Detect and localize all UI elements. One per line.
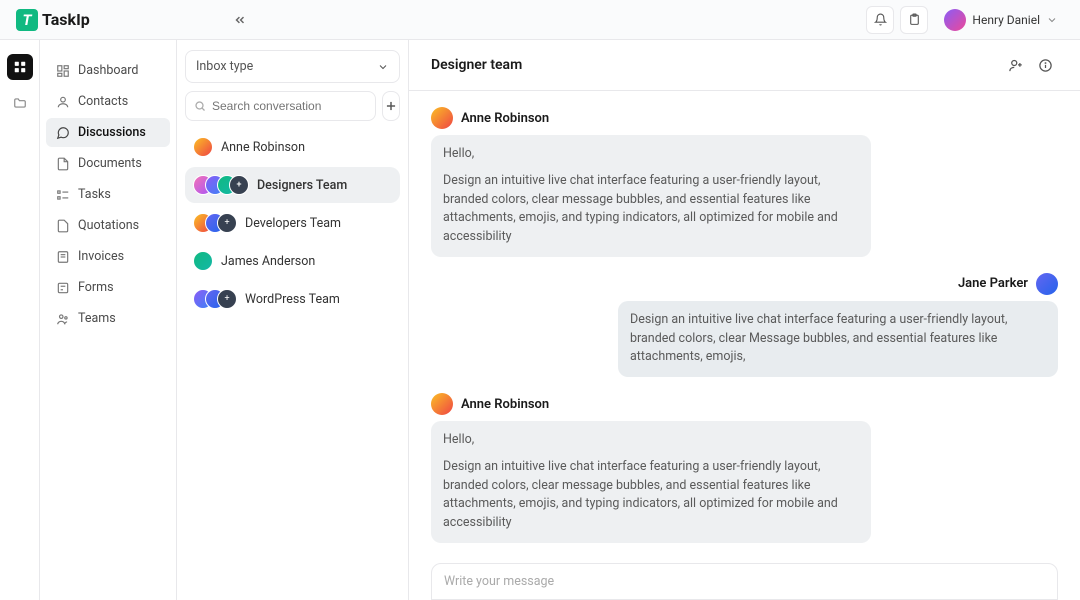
sidebar-item-label: Invoices [78, 249, 124, 264]
inbox-type-label: Inbox type [196, 59, 253, 74]
rail-item-files[interactable] [7, 90, 33, 116]
avatar [944, 9, 966, 31]
clipboard-button[interactable] [900, 6, 928, 34]
top-header: T TaskIp Henry Daniel [0, 0, 1080, 40]
sidebar-collapse-button[interactable] [228, 8, 252, 32]
avatar [431, 107, 453, 129]
sidebar-item-forms[interactable]: Forms [46, 273, 170, 302]
avatar-more-icon: + [229, 175, 249, 195]
message-sender: Jane Parker [958, 276, 1028, 291]
app-rail [0, 40, 40, 600]
message-sender: Anne Robinson [461, 397, 549, 412]
avatar [193, 137, 213, 157]
notifications-button[interactable] [866, 6, 894, 34]
chat-panel: Designer team Anne Robinson He [409, 40, 1080, 600]
chat-info-button[interactable] [1032, 52, 1058, 78]
bell-icon [874, 13, 887, 26]
clipboard-icon [908, 13, 921, 26]
add-member-button[interactable] [1002, 52, 1028, 78]
sidebar-item-label: Tasks [78, 187, 111, 202]
user-plus-icon [1008, 58, 1023, 73]
conversation-list: Anne Robinson + Designers Team + [185, 129, 400, 317]
sidebar-item-discussions[interactable]: Discussions [46, 118, 170, 147]
user-name-label: Henry Daniel [972, 13, 1040, 27]
message-text: Design an intuitive live chat interface … [443, 458, 859, 533]
document-icon [56, 157, 70, 171]
sidebar-nav: Dashboard Contacts Discussions Documents… [40, 40, 177, 600]
conversation-item[interactable]: Anne Robinson [185, 129, 400, 165]
sidebar-item-invoices[interactable]: Invoices [46, 242, 170, 271]
chat-icon [56, 126, 70, 140]
message-bubble: Hello, Design an intuitive live chat int… [431, 135, 871, 257]
logo-mark-icon: T [16, 9, 38, 31]
grid-icon [13, 60, 27, 74]
message-text: Design an intuitive live chat interface … [630, 311, 1046, 367]
tasks-icon [56, 188, 70, 202]
avatar-more-icon: + [217, 213, 237, 233]
inbox-column: Inbox type Anne Robinson [177, 40, 409, 600]
sidebar-item-quotations[interactable]: Quotations [46, 211, 170, 240]
conversation-label: Developers Team [245, 216, 341, 231]
chevron-down-icon [1046, 14, 1058, 26]
sidebar-item-label: Forms [78, 280, 114, 295]
user-menu[interactable]: Henry Daniel [938, 5, 1064, 35]
avatar [1036, 273, 1058, 295]
avatar-more-icon: + [217, 289, 237, 309]
file-icon [56, 219, 70, 233]
search-conversation-wrap[interactable] [185, 91, 376, 121]
sidebar-item-label: Quotations [78, 218, 139, 233]
sidebar-item-dashboard[interactable]: Dashboard [46, 56, 170, 85]
logo[interactable]: T TaskIp [16, 9, 90, 31]
sidebar-item-teams[interactable]: Teams [46, 304, 170, 333]
message-text: Hello, [443, 431, 859, 450]
message-block: Jane Parker Design an intuitive live cha… [431, 273, 1058, 377]
user-icon [56, 95, 70, 109]
info-icon [1038, 58, 1053, 73]
sidebar-item-documents[interactable]: Documents [46, 149, 170, 178]
sidebar-item-label: Dashboard [78, 63, 138, 78]
form-icon [56, 281, 70, 295]
avatar [193, 251, 213, 271]
chevron-down-icon [377, 61, 389, 73]
avatar [431, 393, 453, 415]
folder-icon [13, 96, 27, 110]
search-icon [194, 100, 206, 112]
conversation-item[interactable]: + Designers Team [185, 167, 400, 203]
conversation-label: WordPress Team [245, 292, 340, 307]
message-sender: Anne Robinson [461, 111, 549, 126]
message-text: Design an intuitive live chat interface … [443, 172, 859, 247]
chevrons-left-icon [233, 13, 247, 27]
sidebar-item-tasks[interactable]: Tasks [46, 180, 170, 209]
sidebar-item-label: Contacts [78, 94, 128, 109]
message-bubble: Design an intuitive live chat interface … [618, 301, 1058, 377]
invoice-icon [56, 250, 70, 264]
new-conversation-button[interactable] [382, 91, 400, 121]
message-composer[interactable]: Write your message [431, 563, 1058, 600]
sidebar-item-label: Documents [78, 156, 142, 171]
message-block: Anne Robinson Hello, Design an intuitive… [431, 393, 1058, 543]
conversation-label: Designers Team [257, 178, 347, 193]
search-input[interactable] [212, 99, 367, 113]
conversation-label: James Anderson [221, 254, 315, 269]
message-bubble: Hello, Design an intuitive live chat int… [431, 421, 871, 543]
sidebar-item-label: Teams [78, 311, 116, 326]
conversation-label: Anne Robinson [221, 140, 305, 155]
sidebar-item-label: Discussions [78, 125, 146, 140]
team-icon [56, 312, 70, 326]
logo-text: TaskIp [42, 10, 90, 29]
dashboard-icon [56, 64, 70, 78]
plus-icon [384, 99, 398, 113]
chat-title: Designer team [431, 57, 522, 73]
chat-header: Designer team [409, 40, 1080, 91]
conversation-item[interactable]: + WordPress Team [185, 281, 400, 317]
conversation-item[interactable]: James Anderson [185, 243, 400, 279]
composer-placeholder: Write your message [444, 574, 554, 589]
sidebar-item-contacts[interactable]: Contacts [46, 87, 170, 116]
rail-item-apps[interactable] [7, 54, 33, 80]
conversation-item[interactable]: + Developers Team [185, 205, 400, 241]
message-block: Anne Robinson Hello, Design an intuitive… [431, 107, 1058, 257]
inbox-type-select[interactable]: Inbox type [185, 50, 400, 83]
message-text: Hello, [443, 145, 859, 164]
message-list[interactable]: Anne Robinson Hello, Design an intuitive… [409, 91, 1080, 557]
